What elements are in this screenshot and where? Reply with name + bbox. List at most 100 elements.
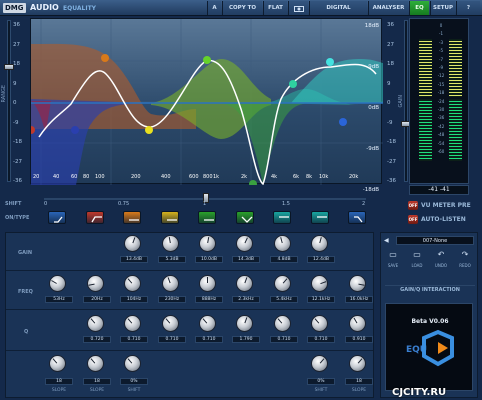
band-q-knob[interactable] (87, 315, 104, 332)
band-freq-knob[interactable] (124, 275, 141, 292)
band-9-handle[interactable] (339, 118, 347, 126)
flat-button[interactable]: FLAT (263, 1, 287, 15)
band-q-knob-indicator (90, 318, 96, 324)
band-7-handle[interactable] (289, 80, 297, 88)
band-6-handle[interactable] (249, 180, 257, 188)
right-scale-tick: 27 (387, 41, 394, 48)
slope-label: SLOPE (351, 388, 367, 393)
load-icon[interactable]: ▭ (410, 250, 424, 260)
vu-meter-pre-toggle[interactable]: OFF (408, 201, 418, 210)
meter-scale-tick: -7 (439, 56, 443, 62)
band-freq-knob[interactable] (311, 275, 328, 292)
band-8-type-button[interactable] (310, 211, 329, 224)
band-5-type-button[interactable] (198, 211, 216, 224)
band-9-type-button[interactable] (348, 211, 366, 224)
slope-knob[interactable] (49, 355, 66, 372)
band-q-knob[interactable] (311, 315, 328, 332)
band-freq-value: 888Hz (195, 296, 223, 303)
band-q-knob[interactable] (236, 315, 253, 332)
band-4-type-button[interactable] (160, 211, 179, 224)
band-gain-knob[interactable] (236, 235, 253, 252)
band-2-type-button[interactable] (85, 211, 104, 224)
band-freq-knob[interactable] (87, 275, 104, 292)
copy-to-button[interactable]: COPY TO (222, 1, 262, 15)
shift-tick: 1.5 (282, 201, 290, 207)
band-freq-knob[interactable] (49, 275, 66, 292)
band-3-handle[interactable] (101, 54, 109, 62)
band-gain-knob[interactable] (162, 235, 179, 252)
band-8-handle[interactable] (326, 58, 334, 66)
preset-prev-icon[interactable]: ◀ (384, 237, 389, 244)
band-q-value: 0.710 (120, 336, 148, 343)
band-freq-knob-indicator (207, 277, 208, 283)
slope-knob-indicator (127, 358, 133, 364)
preset-selector[interactable]: 007-None (396, 236, 474, 245)
right-scale-tick: 0 (387, 100, 391, 106)
band-gain-value: 4.8dB (270, 256, 298, 263)
band-q-knob[interactable] (349, 315, 366, 332)
auto-listen-toggle[interactable]: OFF (408, 215, 418, 224)
band-q-knob[interactable] (274, 315, 291, 332)
row-divider (6, 350, 373, 351)
home-button[interactable]: A (207, 1, 221, 15)
right-scale-tick: 9 (387, 80, 391, 87)
slope-knob-indicator (90, 358, 96, 364)
output-gain-fader[interactable] (404, 20, 408, 182)
help-button[interactable]: ? (456, 1, 480, 15)
frequency-tick: 20k (349, 174, 359, 180)
band-freq-value: 230Hz (158, 296, 186, 303)
meter-scale-tick: -1 (439, 31, 443, 37)
setup-button[interactable]: SETUP (430, 1, 455, 15)
right-scale-tick: 36 (387, 22, 394, 28)
digital-button[interactable]: DIGITAL (309, 1, 367, 15)
band-freq-knob[interactable] (349, 275, 366, 292)
eq-curve-display[interactable]: 18dB 9dB 0dB -9dB -18dB 20 40 60 80 100 200 400 600… (27, 18, 383, 193)
row-divider (6, 270, 373, 271)
eq-curve-svg[interactable] (27, 19, 383, 188)
save-icon[interactable]: ▭ (386, 250, 400, 260)
band-6-type-button[interactable] (235, 211, 254, 224)
band-freq-knob[interactable] (274, 275, 291, 292)
band-5-handle[interactable] (203, 56, 211, 64)
band-freq-knob-indicator (51, 280, 57, 284)
frequency-tick: 40 (53, 174, 60, 180)
band-q-knob[interactable] (124, 315, 141, 332)
band-7-type-button[interactable] (273, 211, 291, 224)
band-q-value: 0.710 (158, 336, 186, 343)
band-gain-knob[interactable] (124, 235, 141, 252)
band-gain-knob[interactable] (311, 235, 328, 252)
undo-icon[interactable]: ↶ (434, 250, 448, 260)
frequency-tick: 800 (203, 174, 213, 180)
slope-knob[interactable] (87, 355, 104, 372)
snapshot-button[interactable] (288, 1, 308, 15)
eq-button[interactable]: EQ (409, 1, 429, 15)
slope-knob[interactable] (124, 355, 141, 372)
notch-icon (241, 216, 252, 223)
band-q-knob[interactable] (199, 315, 216, 332)
band-q-value: 0.710 (270, 336, 298, 343)
slope-label: SHIFT (127, 388, 141, 393)
band-q-knob[interactable] (162, 315, 179, 332)
slope-knob-indicator (52, 358, 58, 364)
redo-icon[interactable]: ↷ (458, 250, 472, 260)
slope-knob[interactable] (311, 355, 328, 372)
meter-scale-tick: -5 (439, 48, 443, 54)
band-2-handle[interactable] (71, 126, 79, 134)
analyser-button[interactable]: ANALYSER (368, 1, 408, 15)
band-freq-knob[interactable] (236, 275, 253, 292)
band-q-knob-indicator (244, 317, 248, 324)
slope-knob[interactable] (349, 355, 366, 372)
range-fader[interactable] (7, 20, 11, 182)
db-label: 0dB (368, 105, 379, 111)
frequency-tick: 2k (241, 174, 248, 180)
band-freq-knob[interactable] (199, 275, 216, 292)
left-scale-tick: 9 (13, 80, 17, 87)
db-label: -18dB (362, 187, 379, 193)
band-freq-knob[interactable] (162, 275, 179, 292)
band-gain-knob[interactable] (274, 235, 291, 252)
gain-q-interaction-label[interactable]: GAIN/Q INTERACTION (385, 285, 475, 293)
band-4-handle[interactable] (145, 126, 153, 134)
band-1-type-button[interactable] (48, 211, 66, 224)
band-gain-knob[interactable] (199, 235, 216, 252)
band-3-type-button[interactable] (123, 211, 141, 224)
